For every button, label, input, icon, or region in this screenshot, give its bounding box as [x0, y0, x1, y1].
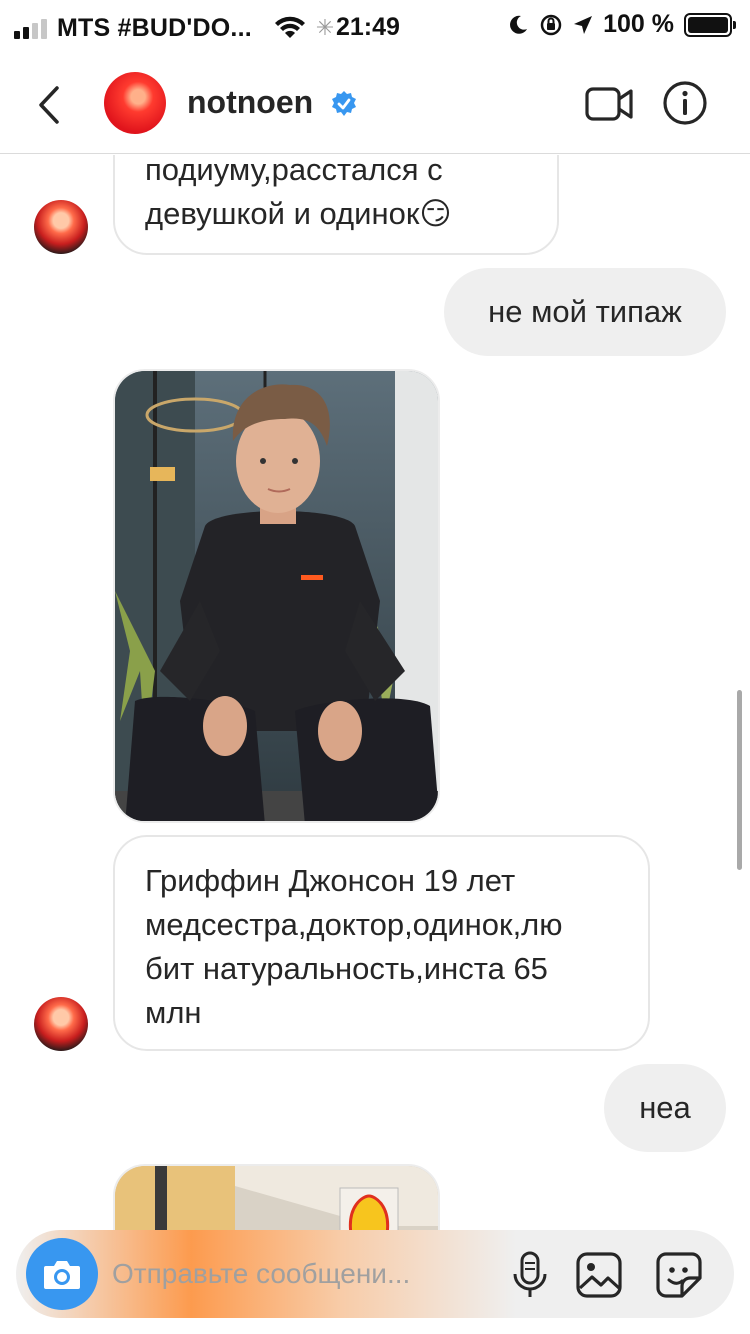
message-text: не мой типаж	[488, 294, 682, 329]
microphone-icon	[513, 1251, 547, 1297]
sender-avatar[interactable]	[34, 200, 88, 254]
photo-person-image	[115, 371, 438, 821]
scrollbar[interactable]	[737, 690, 742, 870]
signal-icon	[14, 17, 47, 39]
avatar[interactable]	[104, 72, 166, 134]
camera-button[interactable]	[26, 1238, 98, 1310]
gallery-button[interactable]	[574, 1250, 624, 1300]
sticker-icon	[656, 1252, 702, 1298]
sticker-button[interactable]	[654, 1250, 704, 1300]
carrier-name: MTS #BUD'DO...	[57, 13, 252, 42]
outgoing-message[interactable]: не мой типаж	[444, 268, 726, 356]
message-thread[interactable]: подиуму,расстался с девушкой и одинок😏 н…	[0, 155, 750, 1230]
message-text-line: подиуму,расстался с	[145, 155, 443, 187]
info-icon	[663, 81, 707, 125]
chat-username[interactable]: notnoen	[187, 84, 313, 121]
message-text-line: млн	[145, 995, 202, 1030]
clock: 21:49	[336, 13, 400, 41]
chat-header: notnoen	[0, 56, 750, 154]
message-text-line: бит натуральность,инста 65	[145, 951, 548, 986]
orientation-lock-icon	[540, 14, 562, 35]
activity-spinner-icon: ✳	[315, 15, 335, 40]
message-input[interactable]	[112, 1252, 492, 1296]
incoming-message[interactable]: Гриффин Джонсон 19 лет медсестра,доктор,…	[113, 835, 650, 1051]
message-text-line: девушкой и одинок😏	[145, 196, 452, 231]
shared-photo[interactable]	[113, 369, 440, 823]
camera-icon	[44, 1261, 80, 1289]
video-camera-icon	[585, 87, 633, 121]
message-text-line: Гриффин Джонсон 19 лет	[145, 863, 516, 898]
message-text-line: медсестра,доктор,одинок,лю	[145, 907, 563, 942]
verified-badge-icon	[332, 91, 356, 116]
incoming-message[interactable]: подиуму,расстался с девушкой и одинок😏	[113, 155, 559, 255]
sender-avatar[interactable]	[34, 997, 88, 1051]
back-button[interactable]	[30, 80, 70, 130]
moon-icon	[510, 15, 528, 34]
chevron-left-icon	[39, 86, 59, 124]
video-call-button[interactable]	[584, 84, 634, 124]
shared-photo[interactable]	[113, 1164, 440, 1230]
message-text: неа	[639, 1090, 691, 1125]
message-composer	[16, 1230, 734, 1318]
wifi-icon	[274, 16, 305, 38]
voice-message-button[interactable]	[506, 1250, 554, 1300]
battery-icon	[684, 12, 736, 37]
gallery-icon	[576, 1252, 622, 1298]
status-bar: MTS #BUD'DO... ✳ 21:49 100 %	[0, 0, 750, 56]
battery-percent: 100 %	[603, 10, 674, 38]
outgoing-message[interactable]: неа	[604, 1064, 726, 1152]
info-button[interactable]	[662, 80, 708, 126]
location-arrow-icon	[574, 15, 593, 34]
right-status-group: 100 %	[507, 10, 736, 39]
photo-shell-station-image	[115, 1166, 438, 1230]
